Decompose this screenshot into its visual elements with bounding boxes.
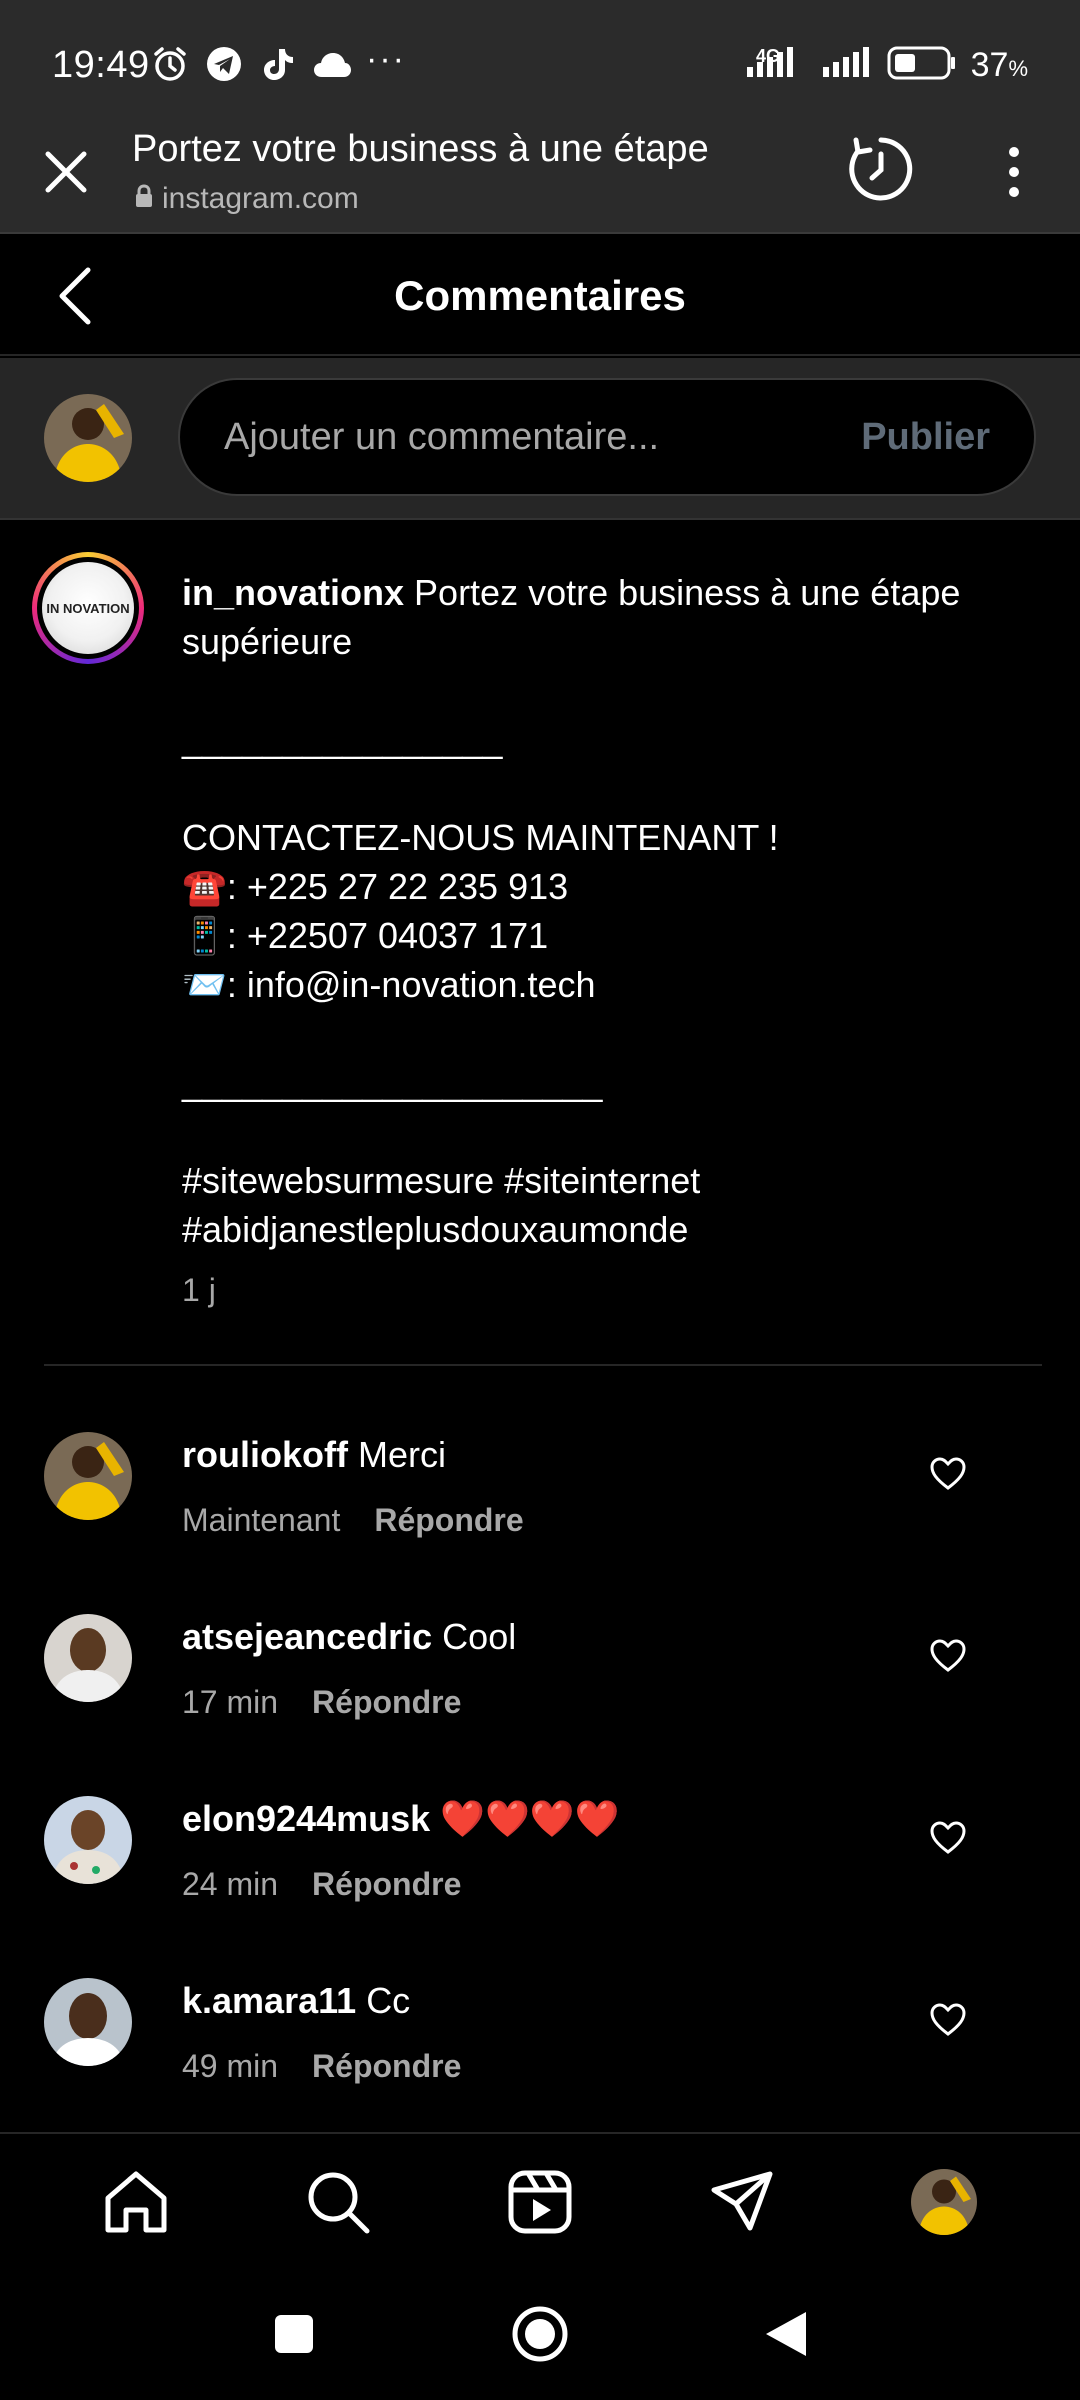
comment-text: rouliokoff Merci: [182, 1434, 446, 1475]
caption-line: in_novationx Portez votre business à une…: [182, 572, 961, 613]
heart-icon[interactable]: [928, 1636, 968, 1676]
heart-icon[interactable]: [928, 1818, 968, 1858]
bottom-nav: [0, 2132, 1080, 2272]
comment-text: elon9244musk ❤️❤️❤️❤️: [182, 1798, 620, 1839]
status-icons: [150, 44, 352, 84]
avatar[interactable]: [44, 1978, 132, 2066]
profile-tab[interactable]: [908, 2166, 980, 2238]
comment-username[interactable]: k.amara11: [182, 1980, 356, 2021]
caption-text: in_novationx Portez votre business à une…: [182, 568, 1042, 1254]
caption-line: ☎️: +225 27 22 235 913: [182, 866, 569, 907]
signal-icon-2: [821, 47, 873, 84]
status-right: 37%: [745, 46, 1028, 85]
comment-meta: 17 min Répondre: [182, 1684, 461, 1721]
caption-line: supérieure: [182, 621, 353, 662]
comment-item: rouliokoff Merci Maintenant Répondre: [0, 1424, 1080, 1604]
home-icon[interactable]: [100, 2166, 172, 2238]
caption-hashtags[interactable]: #abidjanestleplusdouxaumonde: [182, 1205, 1042, 1254]
more-notifications-icon: ···: [366, 40, 406, 78]
direct-message-icon[interactable]: [706, 2166, 778, 2238]
telegram-icon: [204, 44, 244, 84]
caption-time: 1 j: [182, 1272, 216, 1308]
browser-title: Portez votre business à une étape: [132, 128, 709, 170]
divider: [44, 1364, 1042, 1366]
lock-icon: [134, 182, 154, 216]
comment-item: atsejeancedric Cool 17 min Répondre: [0, 1606, 1080, 1786]
comment-time: Maintenant: [182, 1502, 341, 1538]
status-time: 19:49: [52, 44, 150, 86]
publish-button[interactable]: Publier: [861, 416, 990, 459]
battery-percent: 37%: [970, 46, 1028, 84]
comment-username[interactable]: atsejeancedric: [182, 1616, 432, 1657]
caption-line: ________________: [182, 719, 503, 760]
signal-icon: [745, 47, 807, 84]
caption-line: 📱: +22507 04037 171: [182, 915, 549, 956]
cloud-icon: [312, 44, 352, 84]
comment-meta: 24 min Répondre: [182, 1866, 461, 1903]
alarm-icon: [150, 44, 190, 84]
comment-input[interactable]: Ajouter un commentaire... Publier: [178, 378, 1036, 496]
comment-time: 49 min: [182, 2048, 279, 2084]
avatar[interactable]: [44, 1796, 132, 1884]
caption-hashtags[interactable]: #sitewebsurmesure #siteinternet: [182, 1156, 1042, 1205]
caption-line: [182, 666, 1042, 715]
system-nav: [0, 2272, 1080, 2400]
heart-icon[interactable]: [928, 1454, 968, 1494]
reply-button[interactable]: Répondre: [374, 1502, 523, 1539]
page-title: Commentaires: [394, 272, 686, 319]
comment-username[interactable]: elon9244musk: [182, 1798, 430, 1839]
history-icon[interactable]: [846, 134, 916, 204]
avatar[interactable]: [44, 1614, 132, 1702]
comment-text: atsejeancedric Cool: [182, 1616, 517, 1657]
reply-button[interactable]: Répondre: [312, 1866, 461, 1903]
comment-time: 24 min: [182, 1866, 279, 1902]
brand-logo: IN NOVATION: [42, 562, 134, 654]
back-icon[interactable]: [754, 2302, 818, 2366]
comment-item: k.amara11 Cc 49 min Répondre: [0, 1970, 1080, 2150]
close-icon[interactable]: [40, 146, 92, 198]
home-button-icon[interactable]: [508, 2302, 572, 2366]
comment-input-placeholder: Ajouter un commentaire...: [224, 415, 660, 458]
search-icon[interactable]: [302, 2166, 374, 2238]
comment-meta: 49 min Répondre: [182, 2048, 461, 2085]
comment-username[interactable]: rouliokoff: [182, 1434, 348, 1475]
avatar: [911, 2169, 977, 2235]
caption-line: CONTACTEZ-NOUS MAINTENANT !: [182, 817, 779, 858]
caption-line: [182, 1009, 1042, 1058]
caption-line: [182, 764, 1042, 813]
comment-meta: Maintenant Répondre: [182, 1502, 524, 1539]
caption-line: _____________________: [182, 1062, 603, 1103]
comment-item: elon9244musk ❤️❤️❤️❤️ 24 min Répondre: [0, 1788, 1080, 1968]
caption-line: [182, 1107, 1042, 1156]
url-text: instagram.com: [162, 182, 359, 215]
comment-time: 17 min: [182, 1684, 279, 1720]
avatar: [44, 394, 132, 482]
browser-bar: Portez votre business à une étape instag…: [0, 124, 1080, 234]
author-avatar[interactable]: IN NOVATION: [32, 552, 144, 664]
reply-button[interactable]: Répondre: [312, 2048, 461, 2085]
reels-icon[interactable]: [504, 2166, 576, 2238]
heart-icon[interactable]: [928, 2000, 968, 2040]
status-bar: 19:49 ··· 4G 37%: [0, 0, 1080, 124]
recents-icon[interactable]: [262, 2302, 326, 2366]
comment-text: k.amara11 Cc: [182, 1980, 411, 2021]
more-options-icon[interactable]: [996, 142, 1032, 202]
battery-icon: [887, 46, 957, 85]
avatar[interactable]: [44, 1432, 132, 1520]
caption-username[interactable]: in_novationx: [182, 572, 404, 613]
post-caption: IN NOVATION in_novationx Portez votre bu…: [0, 522, 1080, 1366]
reply-button[interactable]: Répondre: [312, 1684, 461, 1721]
comments-header: Commentaires: [0, 236, 1080, 356]
tiktok-icon: [258, 44, 298, 84]
browser-url: instagram.com: [134, 182, 359, 216]
caption-line: 📨: info@in-novation.tech: [182, 964, 596, 1005]
comment-composer: Ajouter un commentaire... Publier: [0, 358, 1080, 520]
